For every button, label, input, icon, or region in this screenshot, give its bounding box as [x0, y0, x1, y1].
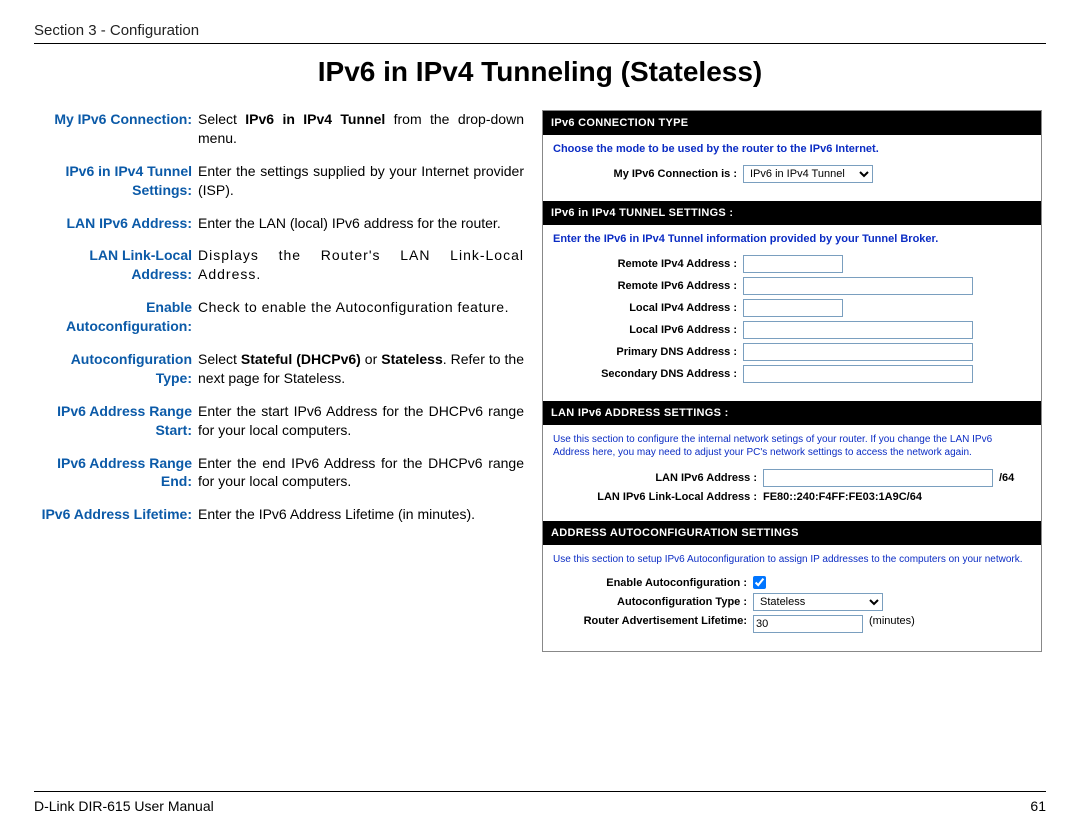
label-local-ipv6: Local IPv6 Address :	[553, 324, 743, 336]
panel-header-connection-type: IPv6 CONNECTION TYPE	[543, 111, 1041, 135]
label-lan-ipv6-address: LAN IPv6 Address :	[553, 472, 763, 484]
input-remote-ipv4[interactable]	[743, 255, 843, 273]
definitions-column: My IPv6 Connection: Select IPv6 in IPv4 …	[34, 110, 524, 652]
def-term: LAN IPv6 Address:	[34, 214, 198, 233]
page-footer: D-Link DIR-615 User Manual 61	[34, 791, 1046, 814]
settings-panel: IPv6 CONNECTION TYPE Choose the mode to …	[542, 110, 1042, 652]
def-my-ipv6-connection: My IPv6 Connection: Select IPv6 in IPv4 …	[34, 110, 524, 148]
panel-body: Use this section to setup IPv6 Autoconfi…	[543, 545, 1041, 651]
form-row: Router Advertisement Lifetime: (minutes)	[553, 615, 1031, 633]
def-link-local: LAN Link-Local Address: Displays the Rou…	[34, 246, 524, 284]
select-ipv6-connection[interactable]: IPv6 in IPv4 Tunnel	[743, 165, 873, 183]
def-desc: Enter the end IPv6 Address for the DHCPv…	[198, 454, 524, 492]
form-row: LAN IPv6 Link-Local Address : FE80::240:…	[553, 491, 1031, 503]
divider-top	[34, 43, 1046, 44]
label-ra-lifetime: Router Advertisement Lifetime:	[553, 615, 753, 627]
def-desc: Select IPv6 in IPv4 Tunnel from the drop…	[198, 110, 524, 148]
panel-header-lan-address: LAN IPv6 ADDRESS SETTINGS :	[543, 401, 1041, 425]
page-title: IPv6 in IPv4 Tunneling (Stateless)	[34, 56, 1046, 88]
label-enable-autoconfig: Enable Autoconfiguration :	[553, 577, 753, 589]
form-row: Local IPv6 Address :	[553, 321, 1031, 339]
select-autoconfig-type[interactable]: Stateless	[753, 593, 883, 611]
form-row: LAN IPv6 Address : /64	[553, 469, 1031, 487]
form-row: Remote IPv6 Address :	[553, 277, 1031, 295]
def-term: IPv6 Address Range Start:	[34, 402, 198, 440]
form-row: Remote IPv4 Address :	[553, 255, 1031, 273]
def-autoconf-type: Autoconfiguration Type: Select Stateful …	[34, 350, 524, 388]
text-bold: IPv6 in IPv4 Tunnel	[245, 111, 385, 127]
input-primary-dns[interactable]	[743, 343, 973, 361]
checkbox-enable-autoconfig[interactable]	[753, 576, 766, 589]
label-remote-ipv4: Remote IPv4 Address :	[553, 258, 743, 270]
input-lan-ipv6-address[interactable]	[763, 469, 993, 487]
value-link-local: FE80::240:F4FF:FE03:1A9C/64	[763, 491, 922, 503]
footer-manual-name: D-Link DIR-615 User Manual	[34, 798, 214, 814]
content-columns: My IPv6 Connection: Select IPv6 in IPv4 …	[34, 110, 1046, 652]
text: Select	[198, 111, 245, 127]
label-link-local: LAN IPv6 Link-Local Address :	[553, 491, 763, 503]
def-desc: Enter the settings supplied by your Inte…	[198, 162, 524, 200]
form-row: Local IPv4 Address :	[553, 299, 1031, 317]
def-lifetime: IPv6 Address Lifetime: Enter the IPv6 Ad…	[34, 505, 524, 524]
text: or	[361, 351, 381, 367]
input-local-ipv4[interactable]	[743, 299, 843, 317]
panel-header-tunnel-settings: IPv6 in IPv4 TUNNEL SETTINGS :	[543, 201, 1041, 225]
divider-bottom	[34, 791, 1046, 792]
form-row: Secondary DNS Address :	[553, 365, 1031, 383]
def-desc: Enter the LAN (local) IPv6 address for t…	[198, 214, 524, 233]
def-lan-ipv6: LAN IPv6 Address: Enter the LAN (local) …	[34, 214, 524, 233]
def-term: IPv6 Address Lifetime:	[34, 505, 198, 524]
panel-header-autoconfig: ADDRESS AUTOCONFIGURATION SETTINGS	[543, 521, 1041, 545]
def-desc: Select Stateful (DHCPv6) or Stateless. R…	[198, 350, 524, 388]
def-term: IPv6 in IPv4 Tunnel Settings:	[34, 162, 198, 200]
def-desc: Displays the Router's LAN Link-Local Add…	[198, 246, 524, 284]
text-bold: Stateful (DHCPv6)	[241, 351, 361, 367]
form-row: Enable Autoconfiguration :	[553, 576, 1031, 589]
label-secondary-dns: Secondary DNS Address :	[553, 368, 743, 380]
panel-body: Use this section to configure the intern…	[543, 425, 1041, 521]
def-term: Enable Autoconfiguration:	[34, 298, 198, 336]
def-range-start: IPv6 Address Range Start: Enter the star…	[34, 402, 524, 440]
def-tunnel-settings: IPv6 in IPv4 Tunnel Settings: Enter the …	[34, 162, 524, 200]
label-autoconfig-type: Autoconfiguration Type :	[553, 596, 753, 608]
text-bold: Stateless	[381, 351, 442, 367]
label-primary-dns: Primary DNS Address :	[553, 346, 743, 358]
def-term: LAN Link-Local Address:	[34, 246, 198, 284]
input-ra-lifetime[interactable]	[753, 615, 863, 633]
panel-instruction: Choose the mode to be used by the router…	[553, 143, 1031, 155]
def-term: IPv6 Address Range End:	[34, 454, 198, 492]
def-desc: Enter the IPv6 Address Lifetime (in minu…	[198, 505, 524, 524]
form-row: Autoconfiguration Type : Stateless	[553, 593, 1031, 611]
input-local-ipv6[interactable]	[743, 321, 973, 339]
label-local-ipv4: Local IPv4 Address :	[553, 302, 743, 314]
label-my-ipv6-connection: My IPv6 Connection is :	[553, 168, 743, 180]
section-header: Section 3 - Configuration	[34, 22, 1046, 39]
def-desc: Enter the start IPv6 Address for the DHC…	[198, 402, 524, 440]
suffix-minutes: (minutes)	[869, 615, 915, 627]
panel-instruction: Use this section to setup IPv6 Autoconfi…	[553, 553, 1031, 566]
form-row: Primary DNS Address :	[553, 343, 1031, 361]
footer-page-number: 61	[1030, 798, 1046, 814]
panel-body: Enter the IPv6 in IPv4 Tunnel informatio…	[543, 225, 1041, 401]
panel-instruction: Enter the IPv6 in IPv4 Tunnel informatio…	[553, 233, 1031, 245]
def-term: Autoconfiguration Type:	[34, 350, 198, 388]
panel-body: Choose the mode to be used by the router…	[543, 135, 1041, 201]
suffix-prefix-length: /64	[999, 472, 1014, 484]
def-enable-autoconf: Enable Autoconfiguration: Check to enabl…	[34, 298, 524, 336]
form-row-connection: My IPv6 Connection is : IPv6 in IPv4 Tun…	[553, 165, 1031, 183]
def-desc: Check to enable the Autoconfiguration fe…	[198, 298, 524, 336]
input-secondary-dns[interactable]	[743, 365, 973, 383]
input-remote-ipv6[interactable]	[743, 277, 973, 295]
label-remote-ipv6: Remote IPv6 Address :	[553, 280, 743, 292]
def-term: My IPv6 Connection:	[34, 110, 198, 148]
text: Select	[198, 351, 241, 367]
panel-instruction: Use this section to configure the intern…	[553, 433, 1031, 459]
def-range-end: IPv6 Address Range End: Enter the end IP…	[34, 454, 524, 492]
